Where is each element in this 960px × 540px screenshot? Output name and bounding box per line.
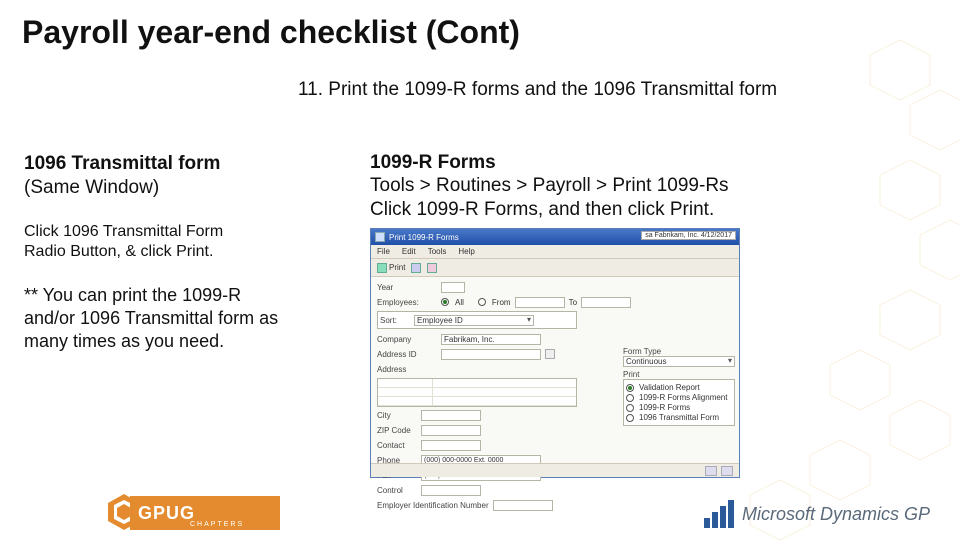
addressid-label: Address ID — [377, 350, 437, 359]
right-heading: 1099-R Forms — [370, 152, 930, 174]
formtype-label: Form Type — [623, 347, 735, 356]
menu-tools[interactable]: Tools — [428, 247, 447, 256]
employees-from-input[interactable] — [515, 297, 565, 308]
left-instruction-2: Radio Button, & click Print. — [24, 242, 284, 262]
slide-footer: GPUG CHAPTERS Microsoft Dynamics GP — [0, 484, 960, 540]
company-input[interactable]: Fabrikam, Inc. — [441, 334, 541, 345]
1099r-alignment-radio[interactable] — [626, 394, 634, 402]
1099r-forms-label: 1099-R Forms — [639, 403, 690, 412]
validation-report-label: Validation Report — [639, 383, 700, 392]
printer-icon — [377, 263, 387, 273]
window-user-info: sa Fabrikam, Inc. 4/12/2017 — [641, 231, 736, 240]
print-button-label: Print — [389, 263, 405, 272]
toolbar-icon-2[interactable] — [427, 263, 437, 273]
year-input[interactable] — [441, 282, 465, 293]
print-group-label: Print — [623, 370, 735, 379]
gpug-logo: GPUG CHAPTERS — [130, 496, 280, 530]
city-label: City — [377, 411, 417, 420]
status-icon-2[interactable] — [721, 466, 733, 476]
employees-all-label: All — [455, 298, 464, 307]
gpug-logo-text: GPUG — [138, 503, 195, 524]
employees-from-label: From — [492, 298, 511, 307]
sort-dropdown[interactable]: Employee ID — [414, 315, 534, 326]
address-grid[interactable] — [377, 378, 577, 407]
employees-label: Employees: — [377, 298, 437, 307]
gpug-logo-tag: CHAPTERS — [190, 521, 244, 528]
window-statusbar — [371, 463, 739, 477]
1096-transmittal-radio[interactable] — [626, 414, 634, 422]
left-subheading: (Same Window) — [24, 176, 284, 200]
formtype-dropdown[interactable]: Continuous — [623, 356, 735, 367]
print-options-panel: Form Type Continuous Print Validation Re… — [623, 347, 735, 426]
address-label: Address — [377, 365, 437, 374]
left-heading: 1096 Transmittal form — [24, 152, 284, 176]
validation-report-radio[interactable] — [626, 384, 634, 392]
page-title: Payroll year-end checklist (Cont) — [0, 0, 960, 61]
toolbar-icon-1[interactable] — [411, 263, 421, 273]
year-label: Year — [377, 283, 437, 292]
status-icon-1[interactable] — [705, 466, 717, 476]
right-path: Tools > Routines > Payroll > Print 1099-… — [370, 174, 930, 198]
print-button[interactable]: Print — [377, 263, 405, 273]
print-1099r-window: Print 1099-R Forms sa Fabrikam, Inc. 4/1… — [370, 228, 740, 478]
employees-to-label: To — [569, 298, 577, 307]
employees-from-radio[interactable] — [478, 298, 486, 306]
right-instruction: Click 1099-R Forms, and then click Print… — [370, 198, 930, 222]
menu-edit[interactable]: Edit — [402, 247, 416, 256]
1096-transmittal-label: 1096 Transmittal Form — [639, 413, 719, 422]
print-radio-group: Validation Report 1099-R Forms Alignment… — [623, 379, 735, 426]
employees-to-input[interactable] — [581, 297, 631, 308]
1099r-alignment-label: 1099-R Forms Alignment — [639, 393, 727, 402]
step-heading: 11. Print the 1099-R forms and the 1096 … — [298, 79, 960, 101]
window-toolbar: Print — [371, 259, 739, 277]
contact-label: Contact — [377, 441, 417, 450]
left-column: 1096 Transmittal form (Same Window) Clic… — [24, 152, 284, 376]
microsoft-dynamics-text: Microsoft Dynamics GP — [742, 504, 930, 525]
employees-all-radio[interactable] — [441, 298, 449, 306]
contact-input[interactable] — [421, 440, 481, 451]
menu-file[interactable]: File — [377, 247, 390, 256]
company-label: Company — [377, 335, 437, 344]
zipcode-input[interactable] — [421, 425, 481, 436]
city-input[interactable] — [421, 410, 481, 421]
addressid-input[interactable] — [441, 349, 541, 360]
microsoft-dynamics-logo: Microsoft Dynamics GP — [704, 500, 930, 528]
dynamics-flag-icon — [704, 500, 734, 528]
addressid-lookup-icon[interactable] — [545, 349, 555, 359]
left-note: ** You can print the 1099-R and/or 1096 … — [24, 284, 284, 354]
right-column: 1099-R Forms Tools > Routines > Payroll … — [370, 152, 930, 222]
menu-help[interactable]: Help — [458, 247, 474, 256]
1099r-forms-radio[interactable] — [626, 404, 634, 412]
window-icon — [375, 232, 385, 242]
sort-box: Sort: Employee ID — [377, 311, 577, 329]
left-instruction-1: Click 1096 Transmittal Form — [24, 222, 284, 242]
zipcode-label: ZIP Code — [377, 426, 417, 435]
window-menubar: File Edit Tools Help — [371, 245, 739, 259]
sort-label: Sort: — [380, 316, 410, 325]
